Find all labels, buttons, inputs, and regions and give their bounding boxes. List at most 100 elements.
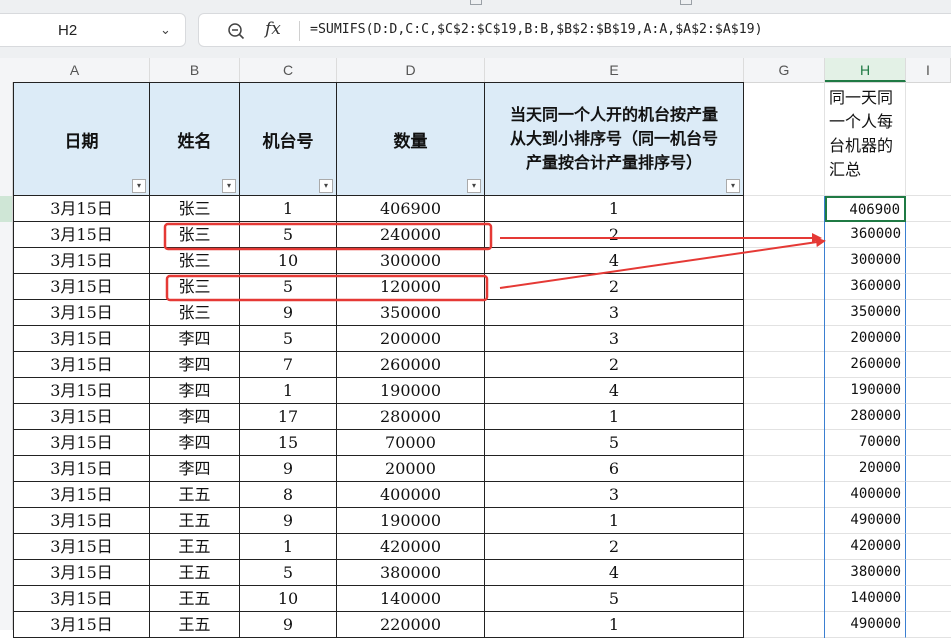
cell-machine[interactable]: 9 xyxy=(240,300,337,326)
cell-quantity[interactable]: 120000 xyxy=(337,274,485,300)
cell-date[interactable]: 3月15日 xyxy=(13,352,150,378)
cell-name[interactable]: 王五 xyxy=(150,586,240,612)
cell-name[interactable]: 张三 xyxy=(150,196,240,222)
cell-rank[interactable]: 2 xyxy=(485,274,744,300)
cell-sum[interactable]: 360000 xyxy=(825,274,906,300)
chevron-down-icon[interactable]: ⌄ xyxy=(160,23,171,38)
column-header-c[interactable]: C xyxy=(240,58,337,82)
cell-i[interactable] xyxy=(906,300,951,326)
cell-name[interactable]: 王五 xyxy=(150,534,240,560)
active-cell-sum[interactable]: 406900 xyxy=(825,196,906,222)
cell-quantity[interactable]: 20000 xyxy=(337,456,485,482)
cell-i[interactable] xyxy=(906,508,951,534)
cell-machine[interactable]: 9 xyxy=(240,612,337,638)
cell-name[interactable]: 李四 xyxy=(150,378,240,404)
cell-machine[interactable]: 5 xyxy=(240,222,337,248)
zoom-formula-icon[interactable] xyxy=(227,22,245,40)
cell-name[interactable]: 李四 xyxy=(150,326,240,352)
cell-g[interactable] xyxy=(744,404,825,430)
cell-g[interactable] xyxy=(744,612,825,638)
cell-date[interactable]: 3月15日 xyxy=(13,534,150,560)
cell-quantity[interactable]: 200000 xyxy=(337,326,485,352)
name-box[interactable]: H2 ⌄ xyxy=(0,13,186,47)
cell-machine[interactable]: 8 xyxy=(240,482,337,508)
cell-g1[interactable] xyxy=(744,82,825,196)
cell-i[interactable] xyxy=(906,222,951,248)
cell-name[interactable]: 李四 xyxy=(150,404,240,430)
cell-i[interactable] xyxy=(906,612,951,638)
cell-g[interactable] xyxy=(744,274,825,300)
cell-machine[interactable]: 9 xyxy=(240,456,337,482)
cell-i[interactable] xyxy=(906,326,951,352)
cell-name[interactable]: 王五 xyxy=(150,612,240,638)
cell-name[interactable]: 张三 xyxy=(150,248,240,274)
column-header-h[interactable]: H xyxy=(825,58,906,82)
cell-name[interactable]: 王五 xyxy=(150,482,240,508)
header-date[interactable]: 日期 ▾ xyxy=(13,82,150,196)
cell-sum[interactable]: 380000 xyxy=(825,560,906,586)
cell-quantity[interactable]: 190000 xyxy=(337,378,485,404)
cell-machine[interactable]: 1 xyxy=(240,534,337,560)
cell-quantity[interactable]: 406900 xyxy=(337,196,485,222)
column-header-e[interactable]: E xyxy=(485,58,744,82)
cell-sum[interactable]: 280000 xyxy=(825,404,906,430)
cell-date[interactable]: 3月15日 xyxy=(13,508,150,534)
filter-dropdown-icon[interactable]: ▾ xyxy=(726,179,740,193)
filter-dropdown-icon[interactable]: ▾ xyxy=(467,179,481,193)
cell-rank[interactable]: 1 xyxy=(485,612,744,638)
cell-i[interactable] xyxy=(906,586,951,612)
cell-i[interactable] xyxy=(906,560,951,586)
cell-g[interactable] xyxy=(744,300,825,326)
cell-g[interactable] xyxy=(744,586,825,612)
cell-rank[interactable]: 1 xyxy=(485,404,744,430)
cell-machine[interactable]: 17 xyxy=(240,404,337,430)
cell-sum[interactable]: 20000 xyxy=(825,456,906,482)
cell-rank[interactable]: 4 xyxy=(485,560,744,586)
cell-g[interactable] xyxy=(744,222,825,248)
cell-sum[interactable]: 190000 xyxy=(825,378,906,404)
cell-quantity[interactable]: 280000 xyxy=(337,404,485,430)
cell-name[interactable]: 张三 xyxy=(150,274,240,300)
cell-sum[interactable]: 490000 xyxy=(825,612,906,638)
cell-i[interactable] xyxy=(906,378,951,404)
cell-quantity[interactable]: 190000 xyxy=(337,508,485,534)
cell-date[interactable]: 3月15日 xyxy=(13,560,150,586)
cell-name[interactable]: 张三 xyxy=(150,222,240,248)
cell-rank[interactable]: 3 xyxy=(485,482,744,508)
cell-sum[interactable]: 200000 xyxy=(825,326,906,352)
column-header-g[interactable]: G xyxy=(744,58,825,82)
cell-name[interactable]: 张三 xyxy=(150,300,240,326)
cell-quantity[interactable]: 380000 xyxy=(337,560,485,586)
cell-i[interactable] xyxy=(906,196,951,222)
cell-i[interactable] xyxy=(906,430,951,456)
filter-dropdown-icon[interactable]: ▾ xyxy=(319,179,333,193)
cell-i[interactable] xyxy=(906,534,951,560)
cell-machine[interactable]: 5 xyxy=(240,560,337,586)
cell-sum[interactable]: 140000 xyxy=(825,586,906,612)
cell-g[interactable] xyxy=(744,196,825,222)
cell-quantity[interactable]: 220000 xyxy=(337,612,485,638)
cell-rank[interactable]: 3 xyxy=(485,326,744,352)
filter-dropdown-icon[interactable]: ▾ xyxy=(222,179,236,193)
cell-rank[interactable]: 4 xyxy=(485,378,744,404)
cell-i[interactable] xyxy=(906,482,951,508)
cell-date[interactable]: 3月15日 xyxy=(13,274,150,300)
cell-rank[interactable]: 3 xyxy=(485,300,744,326)
cell-g[interactable] xyxy=(744,508,825,534)
cell-g[interactable] xyxy=(744,534,825,560)
cell-sum[interactable]: 420000 xyxy=(825,534,906,560)
cell-sum[interactable]: 70000 xyxy=(825,430,906,456)
cell-rank[interactable]: 1 xyxy=(485,508,744,534)
cell-date[interactable]: 3月15日 xyxy=(13,196,150,222)
header-name[interactable]: 姓名 ▾ xyxy=(150,82,240,196)
cell-sum[interactable]: 300000 xyxy=(825,248,906,274)
cell-rank[interactable]: 2 xyxy=(485,352,744,378)
cell-quantity[interactable]: 350000 xyxy=(337,300,485,326)
cell-i[interactable] xyxy=(906,352,951,378)
cell-i[interactable] xyxy=(906,274,951,300)
cell-name[interactable]: 王五 xyxy=(150,508,240,534)
cell-i[interactable] xyxy=(906,248,951,274)
cell-g[interactable] xyxy=(744,456,825,482)
cell-rank[interactable]: 1 xyxy=(485,196,744,222)
cell-rank[interactable]: 4 xyxy=(485,248,744,274)
